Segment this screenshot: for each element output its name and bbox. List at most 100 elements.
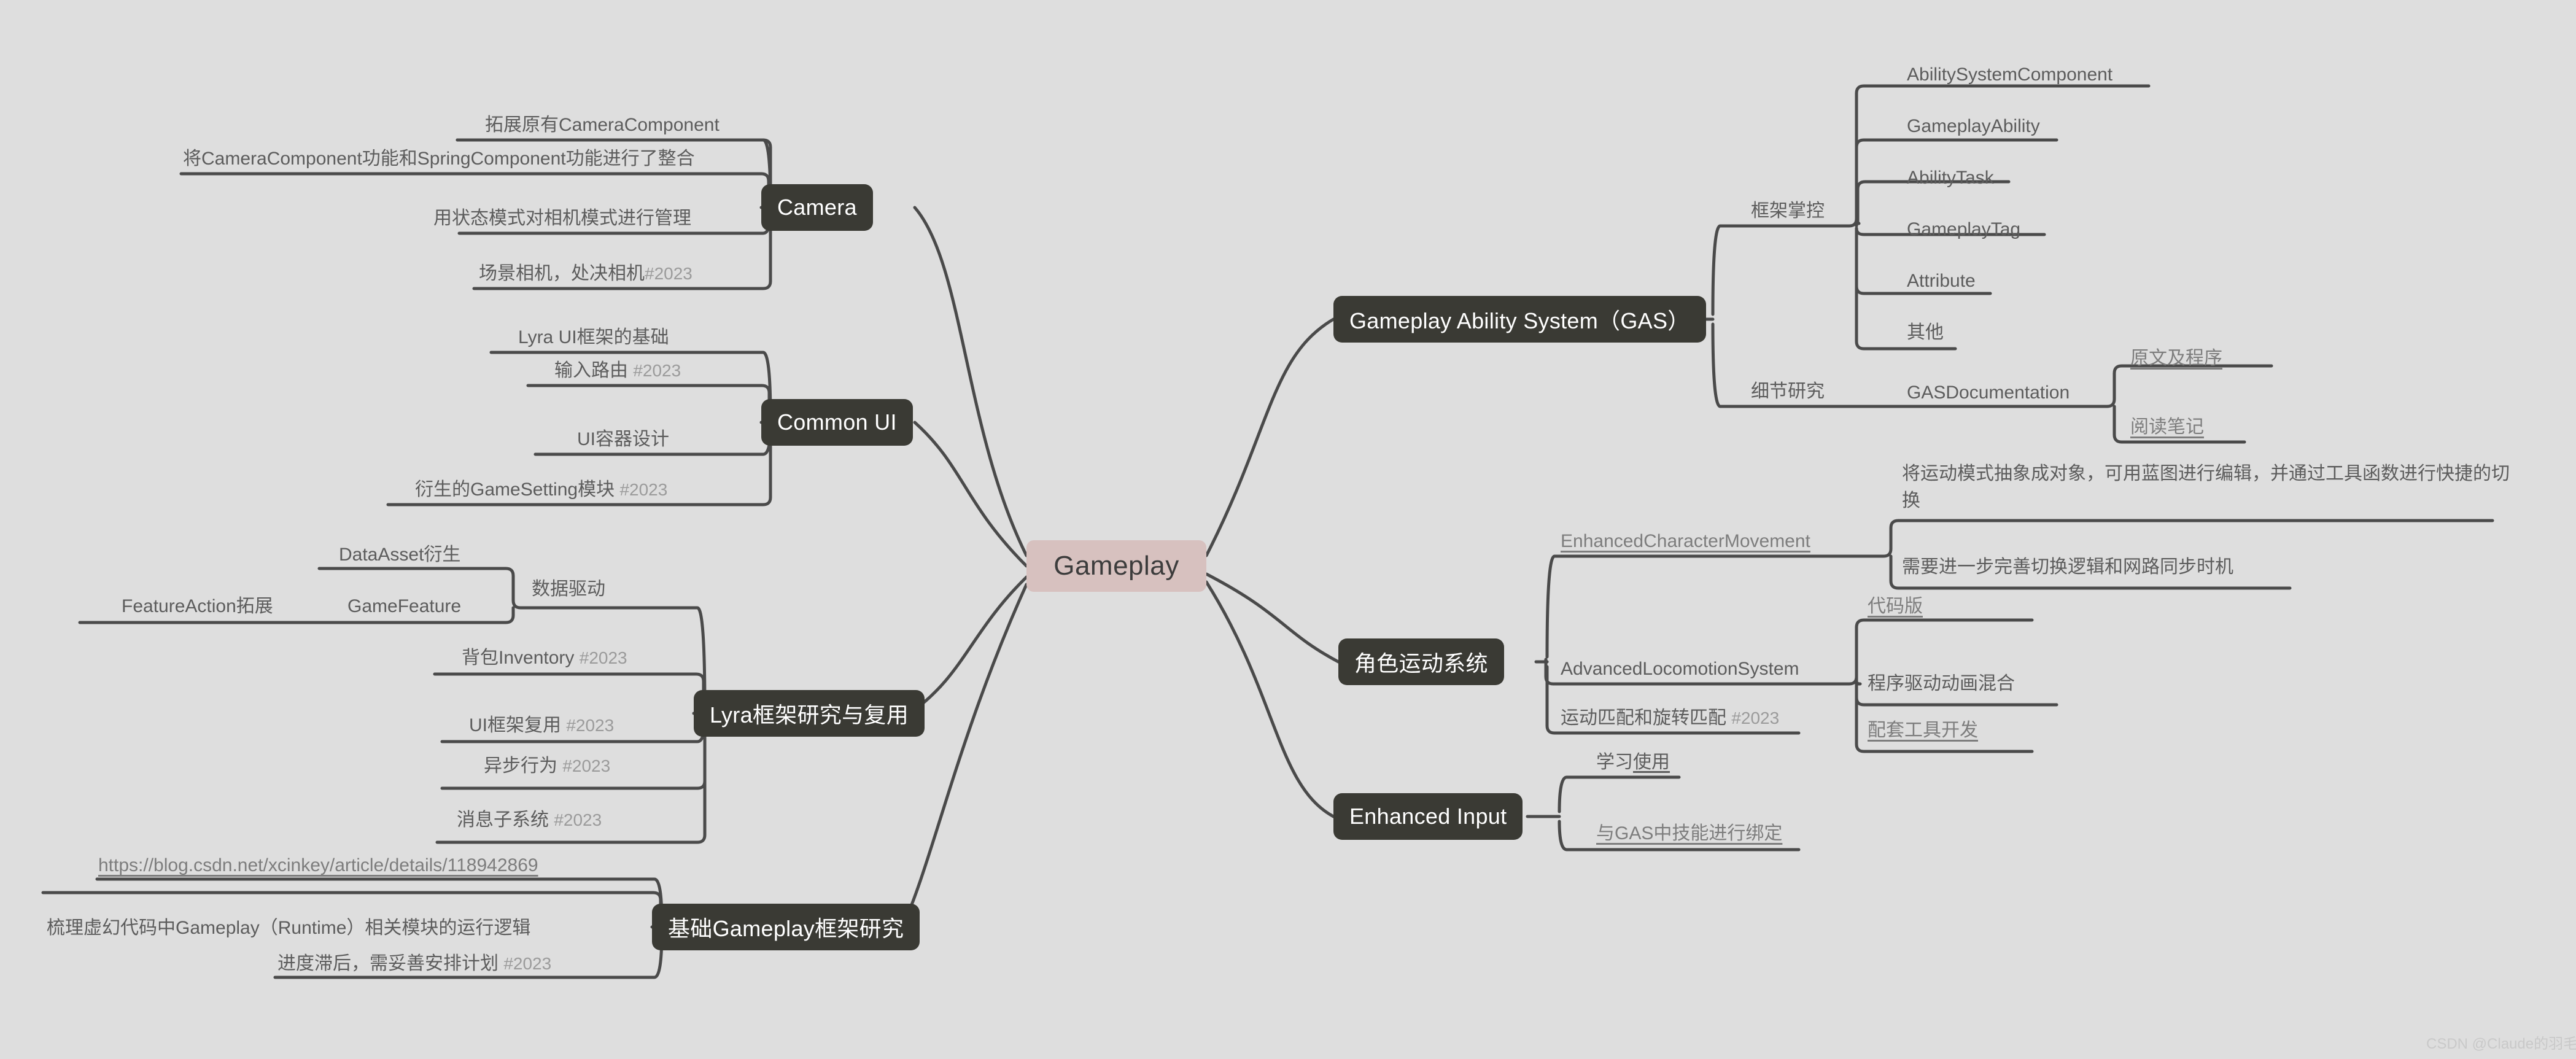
leaf-loco-ecm-0-text: 将运动模式抽象成对象，可用蓝图进行编辑，并通过工具函数进行快捷的切换: [1902, 464, 2510, 511]
leaf-loco-als-1-text: 程序驱动动画混合: [1868, 673, 2015, 694]
leaf-basegameplay-2-text: 进度滞后，需妥善安排计划: [277, 953, 499, 974]
node-base-gameplay-label: 基础Gameplay框架研究: [668, 916, 904, 941]
leaf-basegameplay-2[interactable]: 进度滞后，需妥善安排计划 #2023: [277, 950, 551, 977]
leaf-gas-fw-1[interactable]: GameplayAbility: [1907, 113, 2040, 140]
leaf-camera-3[interactable]: 场景相机，处决相机#2023: [479, 260, 692, 287]
leaf-lyra-4-text: 消息子系统: [457, 810, 549, 830]
leaf-gas-fw-5-text: 其他: [1907, 322, 1944, 343]
leaf-gas-doc-text: GASDocumentation: [1907, 382, 2070, 403]
node-gas-label: Gameplay Ability System（GAS）: [1349, 308, 1690, 333]
leaf-gas-detail[interactable]: 细节研究: [1751, 378, 1825, 405]
leaf-loco-als-0-text: 代码版: [1868, 596, 1923, 616]
leaf-loco-0[interactable]: EnhancedCharacterMovement: [1561, 528, 1810, 555]
node-lyra[interactable]: Lyra框架研究与复用: [694, 690, 925, 737]
leaf-lyra-2-tag: #2023: [566, 716, 615, 735]
leaf-camera-1-text: 将CameraComponent功能和SpringComponent功能进行了整…: [183, 149, 695, 169]
leaf-lyra-2-text: UI框架复用: [469, 715, 561, 735]
node-base-gameplay[interactable]: 基础Gameplay框架研究: [652, 904, 920, 950]
leaf-commonui-1[interactable]: 输入路由 #2023: [554, 357, 681, 384]
leaf-ei-1-text: 与GAS中技能进行绑定: [1596, 823, 1783, 844]
leaf-gas-fw-4[interactable]: Attribute: [1907, 268, 1976, 295]
leaf-ei-0-plain: 学习: [1596, 752, 1633, 772]
leaf-gas-framework-text: 框架掌控: [1751, 201, 1825, 221]
node-common-ui-label: Common UI: [777, 409, 897, 435]
node-enhanced-input[interactable]: Enhanced Input: [1333, 793, 1523, 840]
leaf-gas-fw-1-text: GameplayAbility: [1907, 116, 2040, 136]
leaf-gas-doc-0[interactable]: 原文及程序: [2130, 345, 2222, 372]
leaf-commonui-3[interactable]: 衍生的GameSetting模块 #2023: [415, 476, 667, 503]
leaf-lyra-3-tag: #2023: [562, 756, 611, 775]
leaf-commonui-2-text: UI容器设计: [577, 429, 669, 449]
leaf-lyra-2[interactable]: UI框架复用 #2023: [469, 712, 614, 739]
leaf-loco-als-1[interactable]: 程序驱动动画混合: [1868, 670, 2015, 697]
leaf-lyra-1-text: 背包Inventory: [462, 648, 575, 668]
leaf-lyra-1[interactable]: 背包Inventory #2023: [462, 645, 627, 672]
leaf-camera-1[interactable]: 将CameraComponent功能和SpringComponent功能进行了整…: [183, 145, 695, 173]
node-common-ui[interactable]: Common UI: [761, 399, 913, 446]
leaf-ei-0[interactable]: 学习使用: [1596, 749, 1670, 776]
leaf-loco-1[interactable]: AdvancedLocomotionSystem: [1561, 656, 1799, 683]
leaf-lyra-3[interactable]: 异步行为 #2023: [484, 753, 610, 780]
leaf-gas-fw-2[interactable]: AbilityTask: [1907, 165, 1994, 192]
mindmap-canvas: Gameplay Camera Common UI Lyra框架研究与复用 基础…: [0, 0, 2576, 1059]
leaf-commonui-1-text: 输入路由: [554, 360, 628, 381]
leaf-lyra-3-text: 异步行为: [484, 756, 557, 776]
leaf-basegameplay-1-text: 梳理虚幻代码中Gameplay（Runtime）相关模块的运行逻辑: [47, 918, 531, 938]
leaf-camera-0[interactable]: 拓展原有CameraComponent: [485, 112, 720, 139]
leaf-lyra-dataasset[interactable]: DataAsset衍生: [339, 541, 460, 568]
leaf-loco-als-2[interactable]: 配套工具开发: [1868, 717, 1978, 744]
root-node-label: Gameplay: [1053, 551, 1179, 581]
leaf-loco-ecm-0[interactable]: 将运动模式抽象成对象，可用蓝图进行编辑，并通过工具函数进行快捷的切换: [1902, 460, 2516, 514]
leaf-gas-doc-1-text: 阅读笔记: [2130, 417, 2204, 437]
leaf-gas-framework[interactable]: 框架掌控: [1751, 198, 1825, 225]
leaf-lyra-featureaction[interactable]: FeatureAction拓展: [122, 593, 273, 620]
leaf-gas-doc[interactable]: GASDocumentation: [1907, 379, 2070, 406]
node-locomotion[interactable]: 角色运动系统: [1338, 638, 1504, 685]
leaf-loco-als-2-text: 配套工具开发: [1868, 720, 1978, 740]
node-camera[interactable]: Camera: [761, 184, 873, 231]
leaf-lyra-0-text: 数据驱动: [532, 579, 605, 599]
leaf-lyra-dataasset-text: DataAsset衍生: [339, 545, 461, 565]
leaf-loco-ecm-1[interactable]: 需要进一步完善切换逻辑和网路同步时机: [1902, 554, 2233, 581]
leaf-lyra-gamefeature[interactable]: GameFeature: [347, 593, 461, 620]
leaf-gas-doc-0-text: 原文及程序: [2130, 348, 2222, 368]
leaf-gas-fw-0[interactable]: AbilitySystemComponent: [1907, 61, 2112, 88]
leaf-camera-3-tag: #2023: [645, 264, 692, 283]
leaf-loco-2-text: 运动匹配和旋转匹配: [1561, 708, 1726, 728]
leaf-basegameplay-2-tag: #2023: [503, 954, 552, 973]
leaf-lyra-0[interactable]: 数据驱动: [532, 576, 605, 603]
leaf-loco-0-text: EnhancedCharacterMovement: [1561, 531, 1810, 551]
leaf-gas-doc-1[interactable]: 阅读笔记: [2130, 414, 2204, 441]
leaf-commonui-2[interactable]: UI容器设计: [577, 426, 669, 453]
leaf-camera-2[interactable]: 用状态模式对相机模式进行管理: [433, 205, 691, 232]
leaf-commonui-0[interactable]: Lyra UI框架的基础: [518, 324, 669, 351]
leaf-camera-2-text: 用状态模式对相机模式进行管理: [433, 208, 691, 228]
node-camera-label: Camera: [777, 195, 857, 220]
leaf-commonui-3-text: 衍生的GameSetting模块: [415, 479, 615, 500]
leaf-gas-fw-3-text: GameplayTag: [1907, 219, 2021, 239]
leaf-lyra-4[interactable]: 消息子系统 #2023: [457, 807, 602, 834]
leaf-lyra-featureaction-text: FeatureAction拓展: [122, 596, 273, 616]
root-node[interactable]: Gameplay: [1026, 540, 1206, 592]
leaf-gas-fw-3[interactable]: GameplayTag: [1907, 216, 2020, 243]
leaf-commonui-1-tag: #2023: [633, 361, 681, 380]
leaf-loco-2[interactable]: 运动匹配和旋转匹配 #2023: [1561, 705, 1779, 732]
leaf-loco-als-0[interactable]: 代码版: [1868, 593, 1923, 620]
leaf-gas-fw-5[interactable]: 其他: [1907, 319, 1944, 346]
watermark-text: CSDN @Claude的羽毛: [2426, 1036, 2576, 1052]
leaf-ei-1[interactable]: 与GAS中技能进行绑定: [1596, 820, 1782, 847]
leaf-loco-1-text: AdvancedLocomotionSystem: [1561, 659, 1799, 679]
watermark: CSDN @Claude的羽毛: [2426, 1031, 2576, 1053]
leaf-commonui-3-tag: #2023: [619, 480, 668, 499]
leaf-gas-fw-4-text: Attribute: [1907, 271, 1976, 291]
node-enhanced-input-label: Enhanced Input: [1349, 804, 1507, 829]
node-lyra-label: Lyra框架研究与复用: [710, 702, 909, 727]
leaf-loco-2-tag: #2023: [1731, 708, 1780, 727]
leaf-gas-detail-text: 细节研究: [1751, 381, 1825, 401]
leaf-basegameplay-0[interactable]: https://blog.csdn.net/xcinkey/article/de…: [98, 852, 538, 879]
leaf-gas-fw-2-text: AbilityTask: [1907, 168, 1994, 188]
leaf-basegameplay-1[interactable]: 梳理虚幻代码中Gameplay（Runtime）相关模块的运行逻辑: [47, 915, 530, 942]
node-gas[interactable]: Gameplay Ability System（GAS）: [1333, 296, 1706, 343]
leaf-lyra-gamefeature-text: GameFeature: [347, 596, 462, 616]
leaf-lyra-4-tag: #2023: [554, 810, 602, 829]
